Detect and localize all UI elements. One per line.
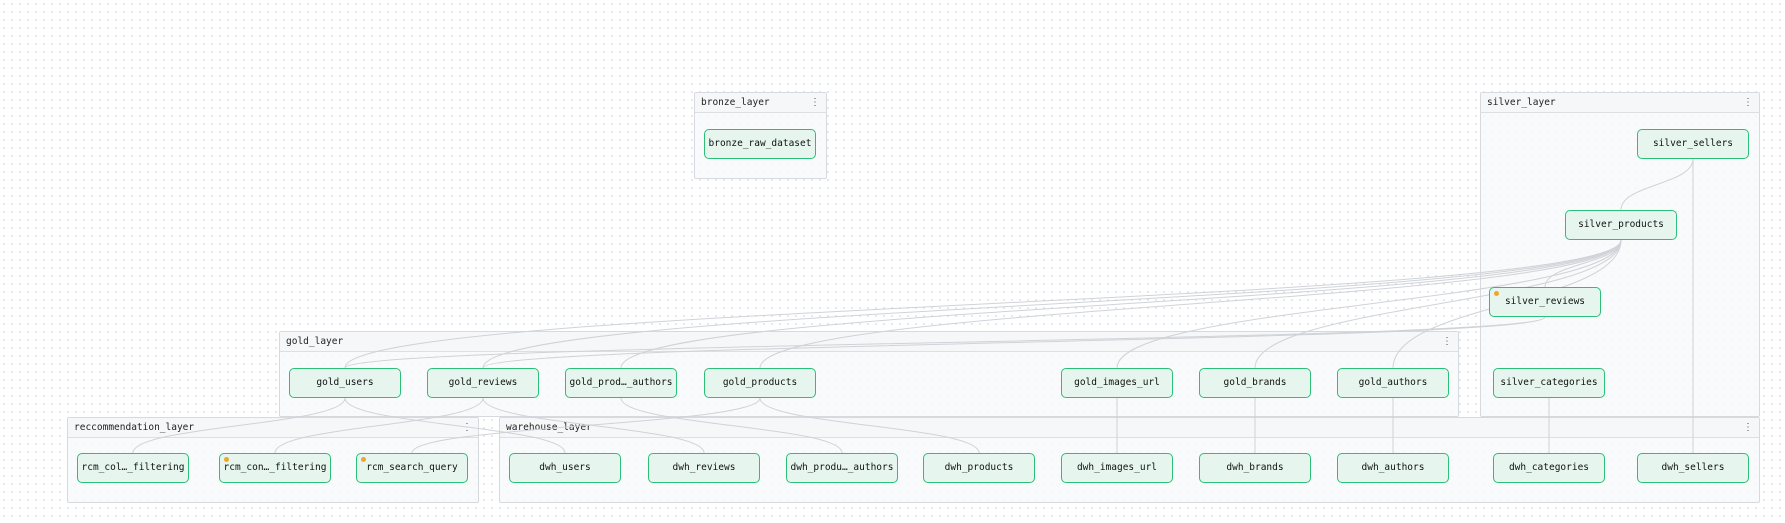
- node-label: gold_reviews: [448, 377, 518, 388]
- asset-node-silver-products[interactable]: silver_products: [1565, 210, 1677, 240]
- node-label: gold_products: [722, 377, 798, 388]
- asset-node-dwh-produ-authors[interactable]: dwh_produ…_authors: [786, 453, 898, 483]
- lineage-edge: [344, 239, 1622, 369]
- asset-node-gold-products[interactable]: gold_products: [704, 368, 816, 398]
- status-dot-icon: [1494, 291, 1499, 296]
- node-label: dwh_images_url: [1076, 462, 1158, 473]
- asset-node-gold-reviews[interactable]: gold_reviews: [427, 368, 539, 398]
- asset-node-dwh-sellers[interactable]: dwh_sellers: [1637, 453, 1749, 483]
- asset-node-bronze-raw-dataset[interactable]: bronze_raw_dataset: [704, 129, 816, 159]
- asset-node-silver-reviews[interactable]: silver_reviews: [1489, 287, 1601, 317]
- edge-layer: [132, 158, 1694, 454]
- asset-node-dwh-users[interactable]: dwh_users: [509, 453, 621, 483]
- lineage-edge: [132, 397, 346, 454]
- node-label: dwh_users: [539, 462, 591, 473]
- node-label: dwh_authors: [1361, 462, 1425, 473]
- lineage-canvas[interactable]: bronze_layer ⋮ silver_layer ⋮ gold_layer ⋮ rec…: [0, 0, 1785, 523]
- node-label: dwh_sellers: [1661, 462, 1725, 473]
- lineage-edge: [1620, 158, 1694, 211]
- node-label: bronze_raw_dataset: [708, 138, 812, 149]
- node-label: silver_reviews: [1504, 296, 1586, 307]
- asset-node-dwh-products[interactable]: dwh_products: [923, 453, 1035, 483]
- asset-node-rcm-search-query[interactable]: rcm_search_query: [356, 453, 468, 483]
- node-label: gold_brands: [1223, 377, 1287, 388]
- asset-node-rcm-con-filtering[interactable]: rcm_con…_filtering: [219, 453, 331, 483]
- node-label: dwh_produ…_authors: [790, 462, 894, 473]
- node-label: silver_sellers: [1652, 138, 1734, 149]
- lineage-edge: [620, 397, 843, 454]
- asset-node-dwh-categories[interactable]: dwh_categories: [1493, 453, 1605, 483]
- status-dot-icon: [361, 457, 366, 462]
- asset-node-dwh-reviews[interactable]: dwh_reviews: [648, 453, 760, 483]
- status-dot-icon: [224, 457, 229, 462]
- asset-node-gold-images-url[interactable]: gold_images_url: [1061, 368, 1173, 398]
- node-label: rcm_col…_filtering: [81, 462, 185, 473]
- node-label: gold_authors: [1358, 377, 1428, 388]
- asset-node-dwh-brands[interactable]: dwh_brands: [1199, 453, 1311, 483]
- node-label: rcm_con…_filtering: [223, 462, 327, 473]
- node-label: gold_images_url: [1074, 377, 1160, 388]
- asset-node-gold-prod-authors[interactable]: gold_prod…_authors: [565, 368, 677, 398]
- asset-node-silver-categories[interactable]: silver_categories: [1493, 368, 1605, 398]
- lineage-edge: [482, 397, 705, 454]
- lineage-edge: [482, 316, 1546, 369]
- lineage-edge: [411, 397, 761, 454]
- node-label: silver_categories: [1500, 377, 1598, 388]
- node-label: gold_users: [316, 377, 374, 388]
- asset-node-gold-brands[interactable]: gold_brands: [1199, 368, 1311, 398]
- node-label: gold_prod…_authors: [569, 377, 673, 388]
- node-label: dwh_brands: [1226, 462, 1284, 473]
- lineage-edge: [759, 397, 980, 454]
- asset-node-dwh-authors[interactable]: dwh_authors: [1337, 453, 1449, 483]
- asset-node-silver-sellers[interactable]: silver_sellers: [1637, 129, 1749, 159]
- node-label: dwh_products: [944, 462, 1014, 473]
- asset-node-dwh-images-url[interactable]: dwh_images_url: [1061, 453, 1173, 483]
- asset-node-gold-users[interactable]: gold_users: [289, 368, 401, 398]
- asset-node-gold-authors[interactable]: gold_authors: [1337, 368, 1449, 398]
- node-label: dwh_reviews: [672, 462, 736, 473]
- node-label: rcm_search_query: [366, 462, 458, 473]
- node-label: dwh_categories: [1508, 462, 1590, 473]
- node-label: silver_products: [1578, 219, 1664, 230]
- asset-node-rcm-col-filtering[interactable]: rcm_col…_filtering: [77, 453, 189, 483]
